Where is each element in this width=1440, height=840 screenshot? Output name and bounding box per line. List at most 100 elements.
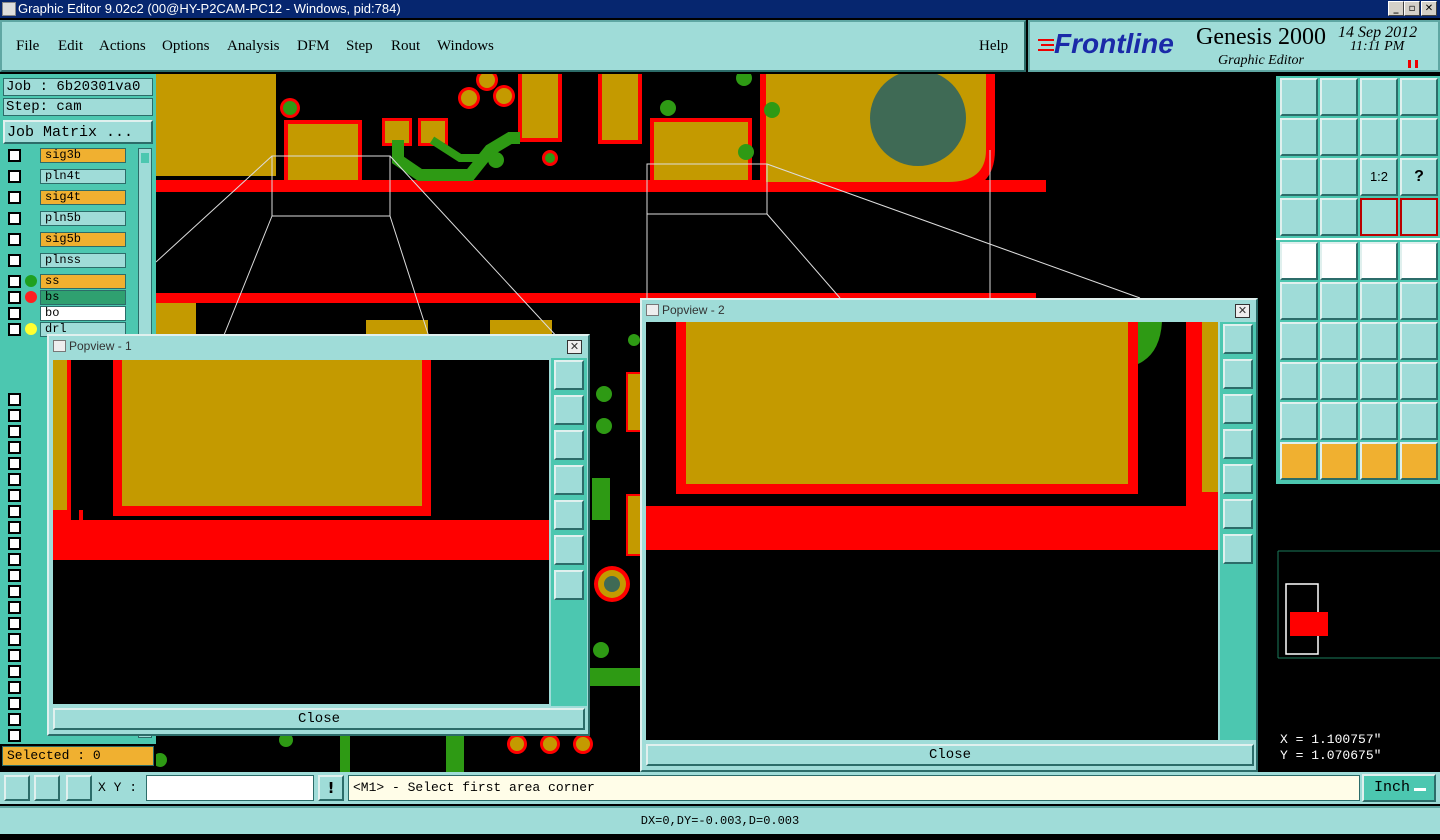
- layer-checkbox[interactable]: [8, 473, 21, 486]
- pan-up-icon[interactable]: [1223, 359, 1253, 389]
- layer-checkbox[interactable]: [8, 601, 21, 614]
- pan-up-icon[interactable]: [554, 395, 584, 425]
- pad-group-icon[interactable]: [1400, 362, 1438, 400]
- layer-checkbox[interactable]: [8, 393, 21, 406]
- pan-left-icon[interactable]: [554, 465, 584, 495]
- units-dropdown[interactable]: Inch: [1362, 774, 1436, 802]
- layer-name[interactable]: pln5b: [40, 211, 126, 226]
- layer-checkbox[interactable]: [8, 713, 21, 726]
- layer-checkbox[interactable]: [8, 505, 21, 518]
- ruler-icon[interactable]: [1360, 242, 1398, 280]
- copy-icon[interactable]: [1400, 282, 1438, 320]
- zoom-in-icon[interactable]: [1223, 499, 1253, 529]
- layer-row[interactable]: ss: [4, 274, 126, 289]
- arch-cross-icon[interactable]: [1400, 402, 1438, 440]
- maximize-button[interactable]: ▫: [1404, 1, 1420, 16]
- move-icon[interactable]: [1360, 282, 1398, 320]
- layer-checkbox[interactable]: [8, 537, 21, 550]
- zoom-center-icon[interactable]: [1320, 158, 1358, 196]
- snap-pad-alt-icon[interactable]: [1400, 198, 1438, 236]
- redraw-icon[interactable]: [1400, 118, 1438, 156]
- zoom-box-icon[interactable]: [1280, 158, 1318, 196]
- layer-name[interactable]: sig5b: [40, 232, 126, 247]
- layer-name[interactable]: pln4t: [40, 169, 126, 184]
- menu-actions[interactable]: Actions: [99, 38, 146, 55]
- menu-analysis[interactable]: Analysis: [227, 38, 280, 55]
- layer-row[interactable]: bo: [4, 306, 126, 321]
- help-button[interactable]: ?: [1400, 158, 1438, 196]
- layer-row[interactable]: pln4t: [4, 169, 126, 184]
- layer-checkbox[interactable]: [8, 275, 21, 288]
- layer-checkbox[interactable]: [8, 729, 21, 742]
- tools-icon[interactable]: [1280, 198, 1318, 236]
- layer-checkbox[interactable]: [8, 633, 21, 646]
- window-split-icon[interactable]: [1400, 78, 1438, 116]
- popview-1-close-button[interactable]: Close: [53, 708, 585, 730]
- layer-checkbox[interactable]: [8, 307, 21, 320]
- layer-row[interactable]: sig3b: [4, 148, 126, 163]
- select-arrow-icon[interactable]: [1280, 442, 1318, 480]
- layer-name[interactable]: ss: [40, 274, 126, 289]
- layer-checkbox[interactable]: [8, 697, 21, 710]
- zoom-in-icon[interactable]: [554, 535, 584, 565]
- layer-checkbox[interactable]: [8, 291, 21, 304]
- layer-checkbox[interactable]: [8, 409, 21, 422]
- layer-checkbox[interactable]: [8, 233, 21, 246]
- layer-checkbox[interactable]: [8, 170, 21, 183]
- menu-dfm[interactable]: DFM: [297, 38, 330, 55]
- snap-pad-icon[interactable]: [1360, 198, 1398, 236]
- menu-help[interactable]: Help: [979, 38, 1008, 55]
- menu-rout[interactable]: Rout: [391, 38, 420, 55]
- pan-down-icon[interactable]: [1223, 394, 1253, 424]
- zoom-fit-icon[interactable]: [1223, 324, 1253, 354]
- xy-input[interactable]: [146, 775, 314, 801]
- scale-1-2-button[interactable]: 1:2: [1360, 158, 1398, 196]
- measure-icon[interactable]: [1360, 362, 1398, 400]
- close-window-button[interactable]: ✕: [1421, 1, 1437, 16]
- grid-icon[interactable]: [1320, 198, 1358, 236]
- layer-checkbox[interactable]: [8, 617, 21, 630]
- layer-checkbox[interactable]: [8, 649, 21, 662]
- menu-step[interactable]: Step: [346, 38, 373, 55]
- angle-mode-icon[interactable]: [34, 775, 60, 801]
- mirror-icon[interactable]: [1400, 322, 1438, 360]
- layer-row[interactable]: plnss: [4, 253, 126, 268]
- popview-2-close-x-button[interactable]: ✕: [1235, 304, 1250, 318]
- layer-up-icon[interactable]: [1280, 78, 1318, 116]
- popview-1-close-x-button[interactable]: ✕: [567, 340, 582, 354]
- pan-right-icon[interactable]: [554, 500, 584, 530]
- connect-icon[interactable]: [1280, 282, 1318, 320]
- menu-options[interactable]: Options: [162, 38, 210, 55]
- pause-indicator-icon[interactable]: [1408, 60, 1418, 68]
- popview-2-canvas[interactable]: [646, 322, 1218, 740]
- select-net-icon[interactable]: [1400, 442, 1438, 480]
- line-icon[interactable]: [1320, 322, 1358, 360]
- arch-icon[interactable]: [1320, 402, 1358, 440]
- grid-snap-icon[interactable]: [66, 775, 92, 801]
- layer-row[interactable]: sig4t: [4, 190, 126, 205]
- pan-right-tool-icon[interactable]: [1320, 118, 1358, 156]
- layer-name[interactable]: plnss: [40, 253, 126, 268]
- arch-double-icon[interactable]: [1360, 402, 1398, 440]
- menu-windows[interactable]: Windows: [437, 38, 494, 55]
- layer-checkbox[interactable]: [8, 425, 21, 438]
- layer-checkbox[interactable]: [8, 191, 21, 204]
- layer-checkbox[interactable]: [8, 585, 21, 598]
- layer-checkbox[interactable]: [8, 553, 21, 566]
- layer-name[interactable]: sig4t: [40, 190, 126, 205]
- layer-checkbox[interactable]: [8, 254, 21, 267]
- pan-down-icon[interactable]: [554, 430, 584, 460]
- select-box-icon[interactable]: [1320, 442, 1358, 480]
- add-feature-icon[interactable]: [1280, 242, 1318, 280]
- popview-2-close-button[interactable]: Close: [646, 744, 1254, 766]
- delete-feature-icon[interactable]: [1320, 282, 1358, 320]
- layer-checkbox[interactable]: [8, 441, 21, 454]
- pan-left-tool-icon[interactable]: [1280, 118, 1318, 156]
- pad-select-icon[interactable]: [1400, 242, 1438, 280]
- undo-icon[interactable]: [1360, 118, 1398, 156]
- layer-row[interactable]: pln5b: [4, 211, 126, 226]
- resize-icon[interactable]: [1280, 362, 1318, 400]
- menu-edit[interactable]: Edit: [58, 38, 83, 55]
- layer-checkbox[interactable]: [8, 457, 21, 470]
- select-outline-icon[interactable]: [1360, 442, 1398, 480]
